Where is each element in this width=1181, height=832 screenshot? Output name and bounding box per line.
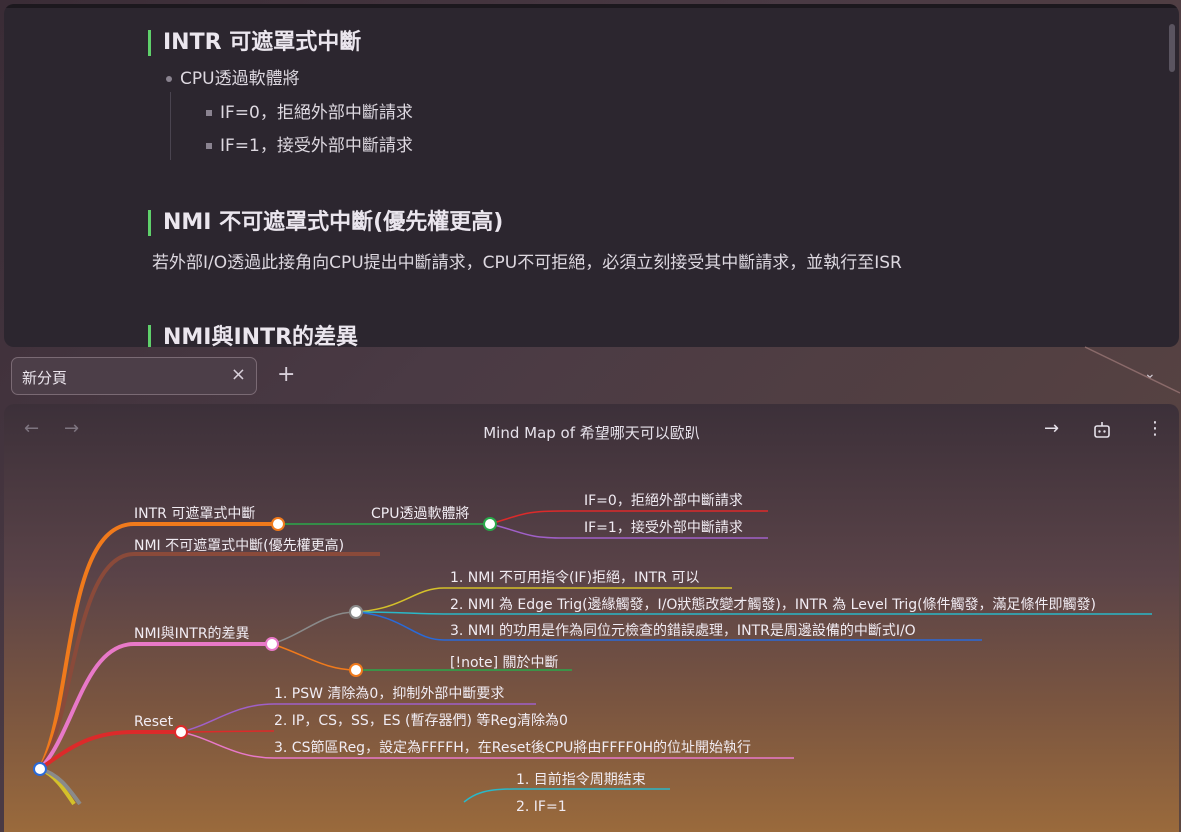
label-r1[interactable]: 1. PSW 清除為0，抑制外部中斷要求: [274, 686, 504, 702]
bullet-dot-icon: [166, 76, 172, 82]
label-diff[interactable]: NMI與INTR的差異: [134, 626, 250, 642]
tab-label: 新分頁: [22, 369, 68, 387]
label-d1[interactable]: 1. NMI 不可用指令(IF)拒絕，INTR 可以: [450, 570, 699, 586]
node-diff[interactable]: [265, 637, 279, 651]
editor-pane[interactable]: INTR 可遮罩式中斷 CPU透過軟體將 IF=0，拒絕外部中斷請求 IF=1，…: [4, 4, 1179, 347]
label-cpu[interactable]: CPU透過軟體將: [371, 506, 469, 522]
add-tab-icon[interactable]: +: [277, 362, 295, 387]
label-next1[interactable]: 1. 目前指令周期結束: [516, 771, 646, 788]
edge-reset-r2: [180, 730, 275, 733]
mindmap-canvas[interactable]: INTR 可遮罩式中斷 CPU透過軟體將 IF=0，拒絕外部中斷請求 IF=1，…: [4, 404, 1179, 832]
bullet-square-icon: [206, 110, 212, 116]
nmi-paragraph: 若外部I/O透過此接角向CPU提出中斷請求，CPU不可拒絕，必須立刻接受其中斷請…: [152, 253, 902, 273]
label-r3[interactable]: 3. CS節區Reg，設定為FFFFH，在Reset後CPU將由FFFF0H的位…: [274, 739, 751, 756]
bullet-square-icon: [206, 143, 212, 149]
edge-diff-note: [271, 643, 357, 671]
heading-intr: INTR 可遮罩式中斷: [148, 30, 361, 56]
node-note[interactable]: [349, 663, 363, 677]
bullet-if0-text: IF=0，拒絕外部中斷請求: [220, 103, 413, 123]
label-if0[interactable]: IF=0，拒絕外部中斷請求: [584, 493, 743, 509]
label-reset[interactable]: Reset: [134, 714, 174, 730]
node-cpu[interactable]: [483, 517, 497, 531]
indent-guide: [170, 92, 171, 160]
background-line: [1084, 346, 1181, 394]
bullet-if0: IF=0，拒絕外部中斷請求: [206, 98, 413, 123]
label-note[interactable]: [!note] 關於中斷: [450, 655, 559, 671]
scrollbar-thumb[interactable]: [1169, 24, 1175, 72]
label-next2[interactable]: 2. IF=1: [516, 799, 567, 815]
label-r2[interactable]: 2. IP，CS，SS，ES (暫存器們) 等Reg清除為0: [274, 712, 568, 729]
label-d3[interactable]: 3. NMI 的功用是作為同位元檢查的錯誤處理，INTR是周邊設備的中斷式I/O: [450, 622, 916, 639]
node-root[interactable]: [33, 762, 47, 776]
bullet-if1: IF=1，接受外部中斷請求: [206, 131, 413, 156]
label-nmi[interactable]: NMI 不可遮罩式中斷(優先權更高): [134, 537, 344, 554]
edge-next1: [463, 788, 670, 803]
heading-nmi: NMI 不可遮罩式中斷(優先權更高): [148, 210, 503, 236]
label-if1[interactable]: IF=1，接受外部中斷請求: [584, 519, 743, 536]
node-diff-group[interactable]: [349, 605, 363, 619]
heading-diff: NMI與INTR的差異: [148, 325, 358, 347]
label-intr[interactable]: INTR 可遮罩式中斷: [134, 506, 255, 522]
close-icon[interactable]: ×: [231, 364, 246, 385]
bullet-if1-text: IF=1，接受外部中斷請求: [220, 136, 413, 156]
bullet-cpu-software: CPU透過軟體將: [166, 64, 300, 89]
node-intr[interactable]: [271, 517, 285, 531]
tab-new-page[interactable]: 新分頁 ×: [11, 357, 257, 395]
mindmap-pane[interactable]: ← → Mind Map of 希望哪天可以歐趴 → ⋮ INTR 可遮罩式中斷…: [4, 404, 1179, 832]
label-d2[interactable]: 2. NMI 為 Edge Trig(邊緣觸發，I/O狀態改變才觸發)，INTR…: [450, 597, 1096, 613]
bullet-cpu-software-text: CPU透過軟體將: [180, 69, 300, 89]
edge-diff-group: [271, 611, 357, 645]
node-reset[interactable]: [174, 725, 188, 739]
editor-top-border: [4, 4, 1179, 8]
